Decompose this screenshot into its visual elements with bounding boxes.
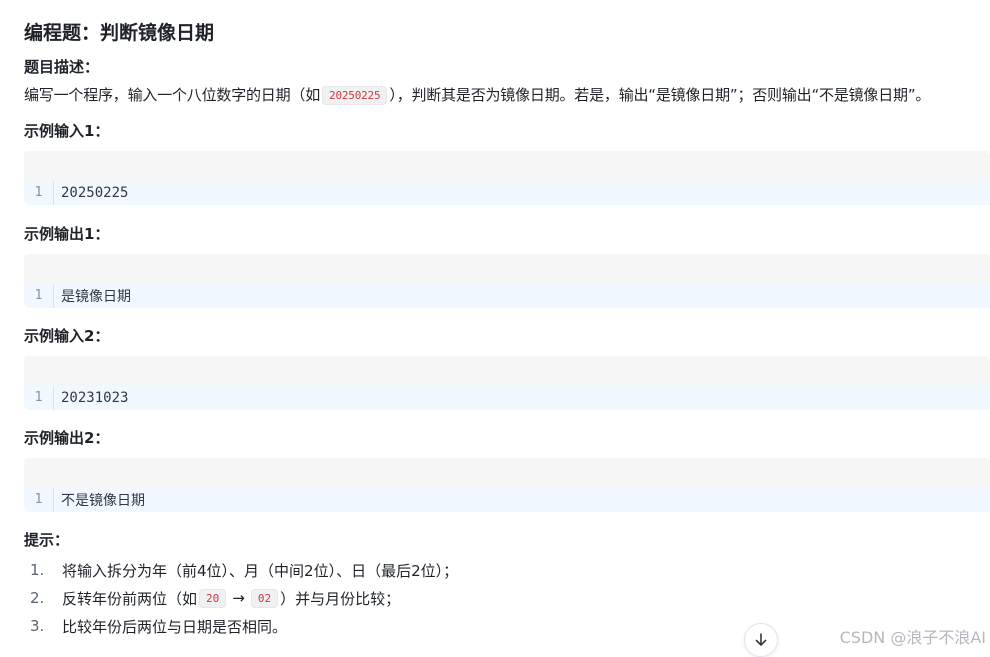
list-item: 3. 比较年份后两位与日期是否相同。 bbox=[24, 612, 458, 640]
inline-code-20: 20 bbox=[199, 588, 227, 608]
tips-list: 1. 将输入拆分为年（前4位）、月（中间2位）、日（最后2位）； 2. 反转年份… bbox=[24, 556, 458, 640]
code-block-header bbox=[24, 151, 990, 181]
code-line: 1 是镜像日期 bbox=[24, 284, 990, 308]
list-item: 2. 反转年份前两位（如 20 → 02 ）并与月份比较； bbox=[24, 584, 458, 612]
inline-code-date: 20250225 bbox=[322, 86, 388, 105]
list-number: 2. bbox=[30, 589, 45, 607]
code-text: 20231023 bbox=[61, 390, 129, 406]
tips-label: 提示： bbox=[24, 531, 70, 549]
watermark: CSDN @浪子不浪AI bbox=[839, 628, 986, 647]
example-input-2-label: 示例输入2： bbox=[24, 327, 110, 345]
list-item-text: 比较年份后两位与日期是否相同。 bbox=[62, 617, 288, 636]
arrow-right-icon: → bbox=[232, 589, 245, 607]
code-block-input-2[interactable]: 1 20231023 bbox=[24, 356, 990, 412]
code-line: 1 不是镜像日期 bbox=[24, 488, 990, 512]
line-number: 1 bbox=[24, 284, 54, 308]
code-text: 20250225 bbox=[61, 185, 129, 201]
list-item-text-before: 反转年份前两位（如 bbox=[62, 589, 198, 608]
description-text-before: 编写一个程序，输入一个八位数字的日期（如 bbox=[24, 86, 321, 104]
code-text: 不是镜像日期 bbox=[61, 493, 145, 509]
description-text: 编写一个程序，输入一个八位数字的日期（如 20250225 ），判断其是否为镜像日期… bbox=[24, 84, 930, 105]
line-number: 1 bbox=[24, 386, 54, 410]
description-label: 题目描述： bbox=[24, 58, 100, 76]
page-title: 编程题：判断镜像日期 bbox=[24, 22, 215, 44]
code-block-header bbox=[24, 254, 990, 284]
code-block-output-2[interactable]: 1 不是镜像日期 bbox=[24, 458, 990, 514]
example-input-1-label: 示例输入1： bbox=[24, 122, 110, 140]
code-block-header bbox=[24, 356, 990, 386]
arrow-down-icon bbox=[755, 633, 767, 646]
list-number: 3. bbox=[30, 617, 45, 635]
inline-code-02: 02 bbox=[250, 588, 279, 608]
code-line: 1 20231023 bbox=[24, 386, 990, 410]
code-line: 1 20250225 bbox=[24, 181, 990, 205]
example-output-2-label: 示例输出2： bbox=[24, 429, 110, 447]
list-item-text-after: ）并与月份比较； bbox=[280, 589, 401, 608]
code-block-output-1[interactable]: 1 是镜像日期 bbox=[24, 254, 990, 310]
code-text: 是镜像日期 bbox=[61, 289, 131, 305]
example-output-1-label: 示例输出1： bbox=[24, 225, 110, 243]
list-number: 1. bbox=[30, 561, 45, 579]
line-number: 1 bbox=[24, 181, 54, 205]
code-block-input-1[interactable]: 1 20250225 bbox=[24, 151, 990, 207]
list-item-text: 将输入拆分为年（前4位）、月（中间2位）、日（最后2位）； bbox=[62, 561, 459, 580]
code-block-header bbox=[24, 458, 990, 488]
list-item: 1. 将输入拆分为年（前4位）、月（中间2位）、日（最后2位）； bbox=[24, 556, 458, 584]
description-text-after: ），判断其是否为镜像日期。若是，输出“是镜像日期”；否则输出“不是镜像日期”。 bbox=[389, 86, 931, 104]
line-number: 1 bbox=[24, 488, 54, 512]
